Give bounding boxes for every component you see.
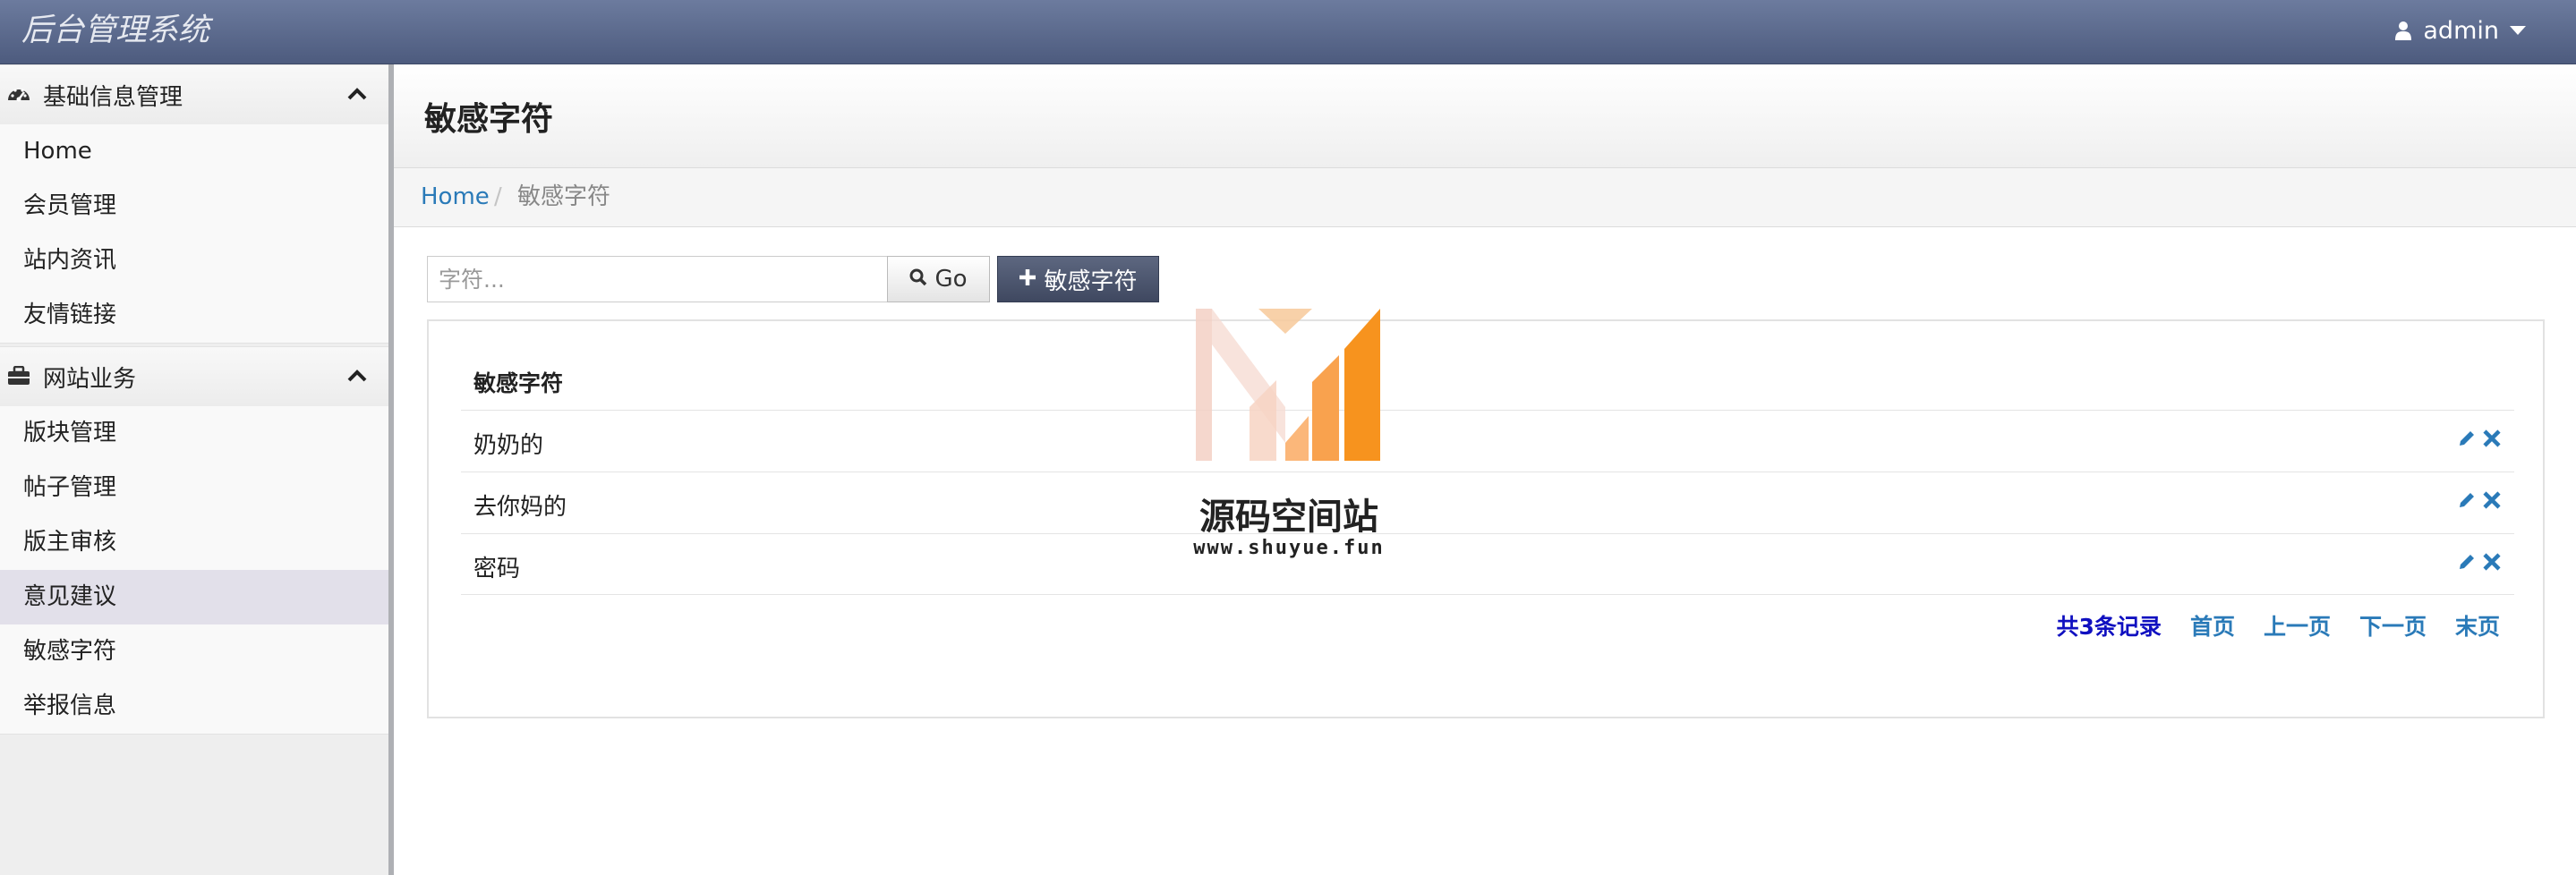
pagination-first[interactable]: 首页 [2190,609,2235,641]
delete-icon[interactable] [2482,429,2502,452]
edit-icon[interactable] [2457,490,2477,514]
sidebar-item-home[interactable]: Home [0,124,388,180]
search-go-button[interactable]: Go [887,256,990,302]
breadcrumb: Home / 敏感字符 [394,168,2576,227]
sidebar-item-label: 意见建议 [23,583,117,610]
pagination: 共3条记录 首页 上一页 下一页 末页 [2057,609,2500,641]
sidebar-group-basic-info[interactable]: 基础信息管理 [0,64,388,125]
sidebar-item-members[interactable]: 会员管理 [0,179,388,234]
sidebar-item-label: 帖子管理 [23,474,117,501]
sidebar-item-label: 举报信息 [23,692,117,719]
table-bottom-divider [461,594,2514,595]
search-input[interactable] [427,256,887,302]
sidebar-item-label: 站内资讯 [23,247,117,274]
go-label: Go [934,266,968,293]
sidebar-item-label: 会员管理 [23,192,117,219]
sidebar-item-label: Home [23,138,92,165]
page-title: 敏感字符 [424,101,554,138]
sidebar-group-label: 基础信息管理 [43,83,183,111]
plus-icon [1019,266,1036,293]
sidebar-item-feedback[interactable]: 意见建议 [0,570,388,625]
sidebar-item-news[interactable]: 站内资讯 [0,234,388,289]
dashboard-icon [7,84,30,107]
top-navbar: 后台管理系统 admin [0,0,2576,64]
chevron-up-icon[interactable] [347,369,367,387]
sidebar-item-label: 友情链接 [23,302,117,328]
watermark: 源码空间站 www.shuyue.fun [1173,309,1405,568]
sidebar-item-boards[interactable]: 版块管理 [0,406,388,462]
delete-icon[interactable] [2482,490,2502,514]
word-cell: 去你妈的 [473,494,567,521]
pagination-last[interactable]: 末页 [2455,609,2500,641]
pagination-total: 共3条记录 [2056,614,2162,640]
sidebar-item-sensitive-words[interactable]: 敏感字符 [0,624,388,680]
sidebar-item-links[interactable]: 友情链接 [0,288,388,344]
table-row: 去你妈的 [461,471,2514,533]
pagination-prev[interactable]: 上一页 [2264,609,2331,641]
edit-icon[interactable] [2457,429,2477,452]
sidebar-item-label: 敏感字符 [23,638,117,665]
user-menu[interactable]: admin [2394,13,2526,48]
sidebar: 基础信息管理 Home 会员管理 站内资讯 友情链接 网站业务 版块管理 帖子管… [0,64,394,875]
watermark-text: 源码空间站 [1199,497,1378,538]
username: admin [2423,16,2499,45]
sidebar-group-website[interactable]: 网站业务 [0,346,388,407]
user-icon [2394,21,2412,40]
watermark-logo [1196,309,1380,461]
page-header: 敏感字符 [394,64,2576,168]
breadcrumb-separator: / [494,183,502,210]
table-row: 密码 [461,533,2514,595]
breadcrumb-current: 敏感字符 [517,183,611,210]
sidebar-item-reports[interactable]: 举报信息 [0,679,388,735]
table-row: 奶奶的 [461,410,2514,471]
breadcrumb-home-link[interactable]: Home [421,168,490,226]
sidebar-item-posts[interactable]: 帖子管理 [0,461,388,516]
delete-icon[interactable] [2482,552,2502,575]
add-sensitive-word-button[interactable]: 敏感字符 [997,256,1159,302]
search-icon [909,266,927,293]
column-header-word: 敏感字符 [473,370,564,396]
sensitive-words-panel: 敏感字符 奶奶的 去你妈的 密码 共3条记录 首页 上一页 下一页 末页 [427,319,2545,718]
sidebar-group-label: 网站业务 [43,365,137,393]
word-cell: 奶奶的 [473,432,544,459]
briefcase-icon [7,365,30,389]
word-cell: 密码 [473,556,521,582]
pagination-next[interactable]: 下一页 [2359,609,2427,641]
add-button-label: 敏感字符 [1044,268,1138,295]
edit-icon[interactable] [2457,552,2477,575]
watermark-url: www.shuyue.fun [1193,537,1385,559]
sidebar-item-label: 版块管理 [23,420,117,446]
sidebar-item-moderator-review[interactable]: 版主审核 [0,515,388,571]
sidebar-item-label: 版主审核 [23,529,117,556]
caret-down-icon [2510,26,2526,35]
chevron-up-icon[interactable] [347,87,367,105]
app-title: 后台管理系统 [21,13,210,48]
